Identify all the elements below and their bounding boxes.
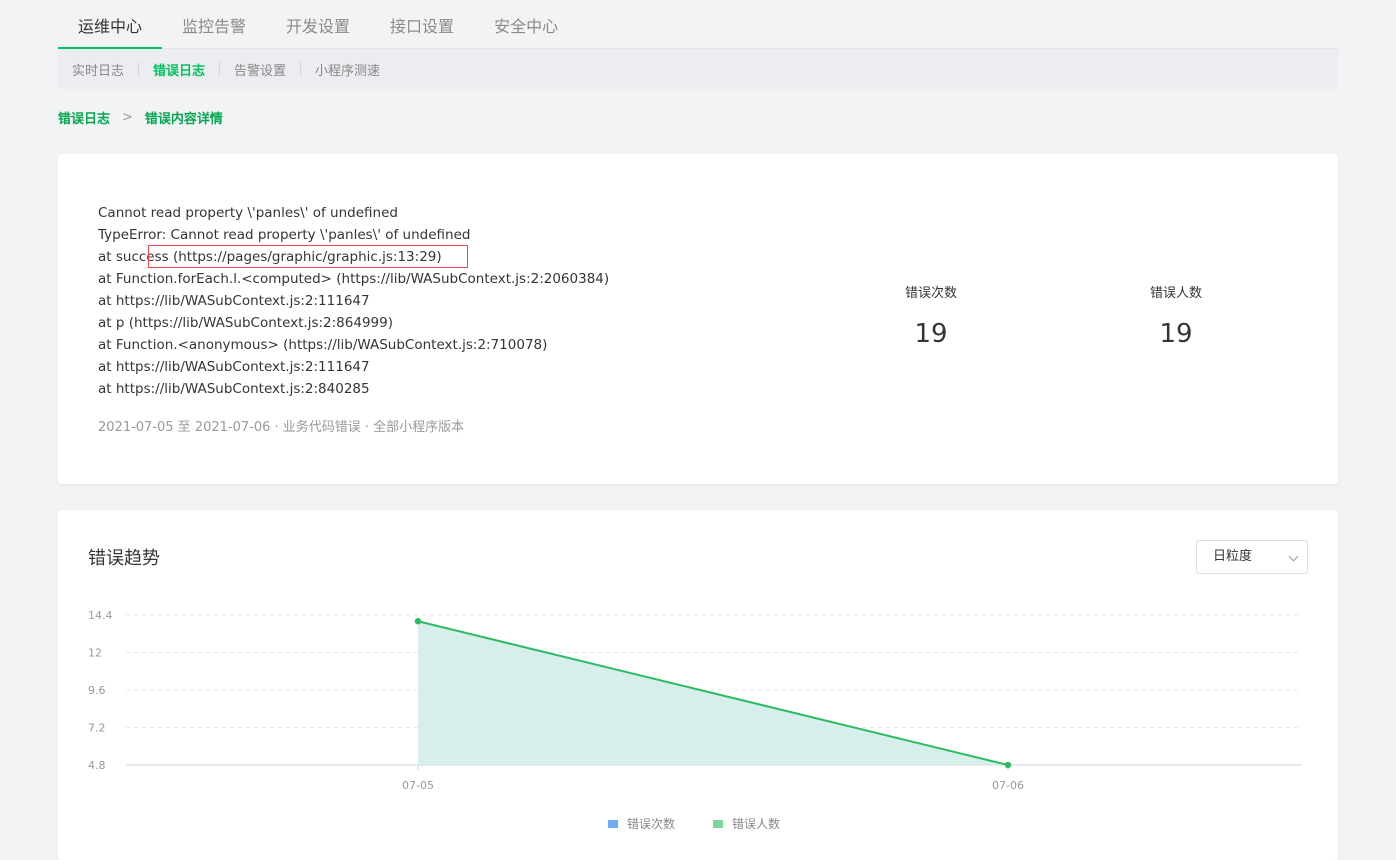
stat-value: 19 [914, 319, 948, 349]
stack-line: TypeError: Cannot read property \'panles… [98, 227, 471, 243]
trend-chart: 14.4 12 9.6 7.2 4.8 07-05 07-06 [88, 609, 1302, 792]
error-stack: Cannot read property \'panles\' of undef… [98, 202, 609, 400]
subtab-alert-settings[interactable]: 告警设置 [220, 60, 300, 79]
x-tick-label: 07-06 [992, 779, 1024, 792]
error-meta: 2021-07-05 至 2021-07-06 · 业务代码错误 · 全部小程序… [98, 420, 465, 435]
tab-api-settings[interactable]: 接口设置 [370, 0, 474, 48]
data-point [414, 618, 422, 625]
stat-error-users: 错误人数 19 [1096, 282, 1256, 349]
y-tick-label: 12 [88, 647, 102, 660]
y-tick-label: 14.4 [88, 609, 113, 622]
stack-line: at Function.<anonymous> (https://lib/WAS… [98, 337, 548, 353]
highlight-box [148, 245, 468, 268]
legend-label: 错误次数 [627, 817, 676, 831]
legend-item[interactable]: 错误人数 [713, 815, 780, 832]
stack-line: Cannot read property \'panles\' of undef… [98, 205, 398, 221]
tab-security[interactable]: 安全中心 [474, 0, 578, 48]
data-point [1004, 761, 1012, 769]
subtab-error-log[interactable]: 错误日志 [139, 60, 219, 79]
stat-value: 19 [1159, 319, 1193, 349]
chart-legend: 错误次数 错误人数 [608, 815, 780, 832]
subtab-speed-test[interactable]: 小程序测速 [301, 60, 394, 79]
tab-monitoring[interactable]: 监控告警 [162, 0, 266, 48]
chevron-right-icon: > [122, 109, 133, 125]
breadcrumb: 错误日志 > 错误内容详情 [58, 106, 223, 128]
stack-line: at https://lib/WASubContext.js:2:111647 [98, 359, 370, 375]
breadcrumb-current: 错误内容详情 [144, 111, 223, 127]
trend-card: 错误趋势 日粒度 14.4 12 9.6 7.2 4.8 07-05 07-06 错误次数 … [58, 510, 1338, 860]
y-tick-label: 4.8 [88, 759, 106, 772]
sub-nav: 实时日志 错误日志 告警设置 小程序测速 [58, 49, 1338, 89]
stack-line: at https://lib/WASubContext.js:2:111647 [98, 293, 370, 309]
legend-item[interactable]: 错误次数 [608, 815, 675, 832]
legend-swatch [713, 819, 724, 828]
stat-error-count: 错误次数 19 [851, 282, 1011, 349]
stat-label: 错误次数 [904, 286, 957, 301]
subtab-realtime-log[interactable]: 实时日志 [58, 60, 138, 79]
stack-line: at p (https://lib/WASubContext.js:2:8649… [98, 315, 393, 331]
stack-line: at Function.forEach.l.<computed> (https:… [98, 271, 610, 287]
legend-label: 错误人数 [732, 817, 781, 831]
top-nav: 运维中心 监控告警 开发设置 接口设置 安全中心 [58, 0, 1338, 49]
legend-swatch [608, 819, 618, 828]
stat-label: 错误人数 [1149, 286, 1202, 301]
tab-ops-center[interactable]: 运维中心 [58, 0, 163, 49]
x-tick-label: 07-05 [402, 779, 434, 792]
tab-dev-settings[interactable]: 开发设置 [266, 0, 370, 48]
breadcrumb-error-log[interactable]: 错误日志 [58, 108, 110, 127]
y-tick-label: 7.2 [88, 722, 106, 735]
stack-line: at https://lib/WASubContext.js:2:840285 [98, 381, 370, 397]
error-detail-card: Cannot read property \'panles\' of undef… [58, 154, 1338, 484]
y-tick-label: 9.6 [88, 684, 106, 697]
